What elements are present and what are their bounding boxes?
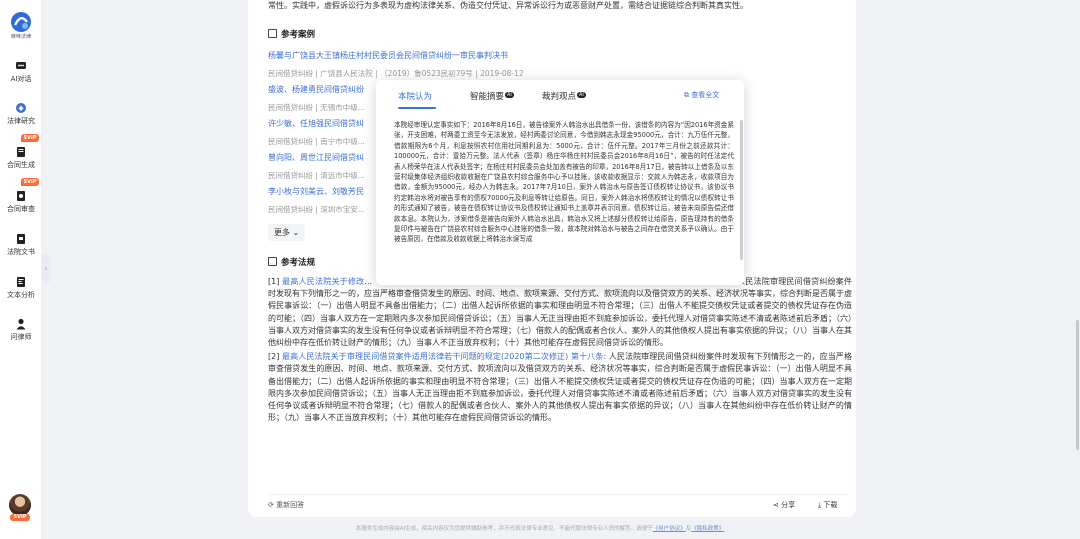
research-icon [16, 103, 26, 113]
active-tab-indicator [398, 107, 436, 109]
contract-review-icon [17, 191, 25, 201]
popup-content: 本院经审理认定事实如下：2016年8月16日，被告徐案外人韩治水出具借条一份，该… [394, 121, 734, 244]
law-item: [1] 最高人民法院关于修改... 人民法院审理民间借贷纠纷案件时发现有下列情形… [268, 277, 853, 348]
case-meta: 民间借贷纠纷 | 广饶县人民法院 | （2019）鲁0523民初79号 | 20… [268, 69, 524, 78]
download-button[interactable]: ⤓ 下载 [818, 500, 837, 510]
regenerate-button[interactable]: ⟳ 重新回答 [268, 500, 304, 510]
expand-icon: ⌄ [290, 228, 300, 237]
case-preview-popup: 本院认为 智能摘要 AI 裁判观点 AI ⧉ 查看全文 本院经审理认定事实如下：20… [376, 80, 744, 285]
cases-section-title: 参考案例 [268, 28, 315, 40]
text-analysis-icon [17, 277, 25, 287]
user-avatar[interactable] [9, 494, 31, 516]
law-icon [268, 257, 277, 266]
sidebar-item-contract-generate[interactable]: 合同生成 [0, 146, 42, 170]
sidebar-item-label: 法律研究 [7, 117, 35, 125]
sidebar-item-label: 文本分析 [7, 291, 35, 299]
page-scrollbar[interactable] [1076, 320, 1079, 450]
ai-badge: AI [577, 92, 586, 98]
share-icon: ⋖ [773, 501, 782, 509]
sidebar: 麻咪法律 AI对话 法律研究 SVIP 合同生成 SVIP 合同审查 法院文书 … [0, 0, 42, 539]
sidebar-item-ai-chat[interactable]: AI对话 [0, 60, 42, 84]
popup-scrollbar[interactable] [740, 120, 743, 260]
sidebar-item-court-documents[interactable]: 法院文书 [0, 233, 42, 257]
law-text: 人民法院审理民间借贷纠纷案件时发现有下列情形之一的，应当严格审查借贷发生的原因、… [268, 352, 852, 423]
sidebar-item-label: AI对话 [10, 75, 32, 83]
user-agreement-link[interactable]: 《用户协议》 [653, 526, 686, 532]
contract-generate-icon [17, 147, 25, 157]
view-full-text-link[interactable]: ⧉ 查看全文 [684, 90, 719, 100]
case-title[interactable]: 杨馨与广饶县大王镇杨庄村村民委员会民间借贷纠纷一审民事判决书 [268, 50, 628, 61]
document-icon [268, 29, 277, 38]
sidebar-item-text-analysis[interactable]: 文本分析 [0, 276, 42, 300]
sidebar-item-label: 合同生成 [7, 161, 35, 169]
laws-section-title: 参考法规 [268, 256, 315, 268]
laws-list: [1] 最高人民法院关于修改... 人民法院审理民间借贷纠纷案件时发现有下列情形… [268, 276, 852, 424]
sidebar-item-ask-lawyer[interactable]: 问律师 [0, 318, 42, 342]
share-button[interactable]: ⋖ 分享 [773, 500, 795, 510]
law-link[interactable]: 最高人民法院关于修改 [282, 277, 364, 286]
card-footer: ⟳ 重新回答 ⋖ 分享 ⤓ 下载 [268, 494, 848, 509]
sidebar-item-legal-research[interactable]: 法律研究 [0, 102, 42, 126]
sidebar-item-label: 法院文书 [7, 248, 35, 256]
svip-badge: SVIP [21, 178, 39, 186]
court-document-icon [17, 234, 25, 244]
popup-tabs: 本院认为 智能摘要 AI 裁判观点 AI ⧉ 查看全文 [376, 80, 744, 110]
logo-icon[interactable] [9, 10, 33, 34]
more-cases-button[interactable]: 更多 ⌄ [268, 224, 306, 241]
tab-judgment-views[interactable]: 裁判观点 AI [542, 90, 586, 102]
chat-icon [16, 62, 26, 69]
avatar-svip-badge: SVIP [10, 514, 30, 521]
law-item: [2] 最高人民法院关于审理民间借贷案件适用法律若干问题的规定(2020第二次修… [268, 352, 852, 423]
sidebar-collapse-toggle[interactable]: › [42, 254, 50, 284]
ai-badge: AI [505, 92, 514, 98]
ask-lawyer-icon [16, 318, 26, 330]
answer-text: 常性。实践中，虚假诉讼行为多表现为虚构法律关系、伪造交付凭证、异常诉讼行为或恶意… [268, 1, 748, 10]
privacy-policy-link[interactable]: 《隐私政策》 [691, 526, 724, 532]
refresh-icon: ⟳ [268, 501, 277, 509]
disclaimer: 本服务生成内容由AI生成，相关内容仅为您提供辅助参考，并不代表法律专业意见，不能… [355, 526, 725, 532]
sidebar-item-label: 问律师 [10, 333, 32, 341]
sidebar-item-label: 合同审查 [7, 205, 35, 213]
law-link[interactable]: 最高人民法院关于审理民间借贷案件适用法律若干问题的规定(2020第二次修正) 第… [282, 352, 606, 361]
svip-badge: SVIP [21, 134, 39, 142]
logo-text: 麻咪法律 [10, 34, 31, 40]
tab-court-opinion[interactable]: 本院认为 [398, 90, 432, 102]
tab-smart-summary[interactable]: 智能摘要 AI [470, 90, 514, 102]
sidebar-item-contract-review[interactable]: 合同审查 [0, 190, 42, 214]
law-text: 人民法院审理民间借贷纠纷案件时发现有下列情形之一的，应当严格审查借贷发生的原因、… [268, 277, 853, 348]
case-item[interactable]: 杨馨与广饶县大王镇杨庄村村民委员会民间借贷纠纷一审民事判决书 民间借贷纠纷 | … [268, 50, 628, 79]
